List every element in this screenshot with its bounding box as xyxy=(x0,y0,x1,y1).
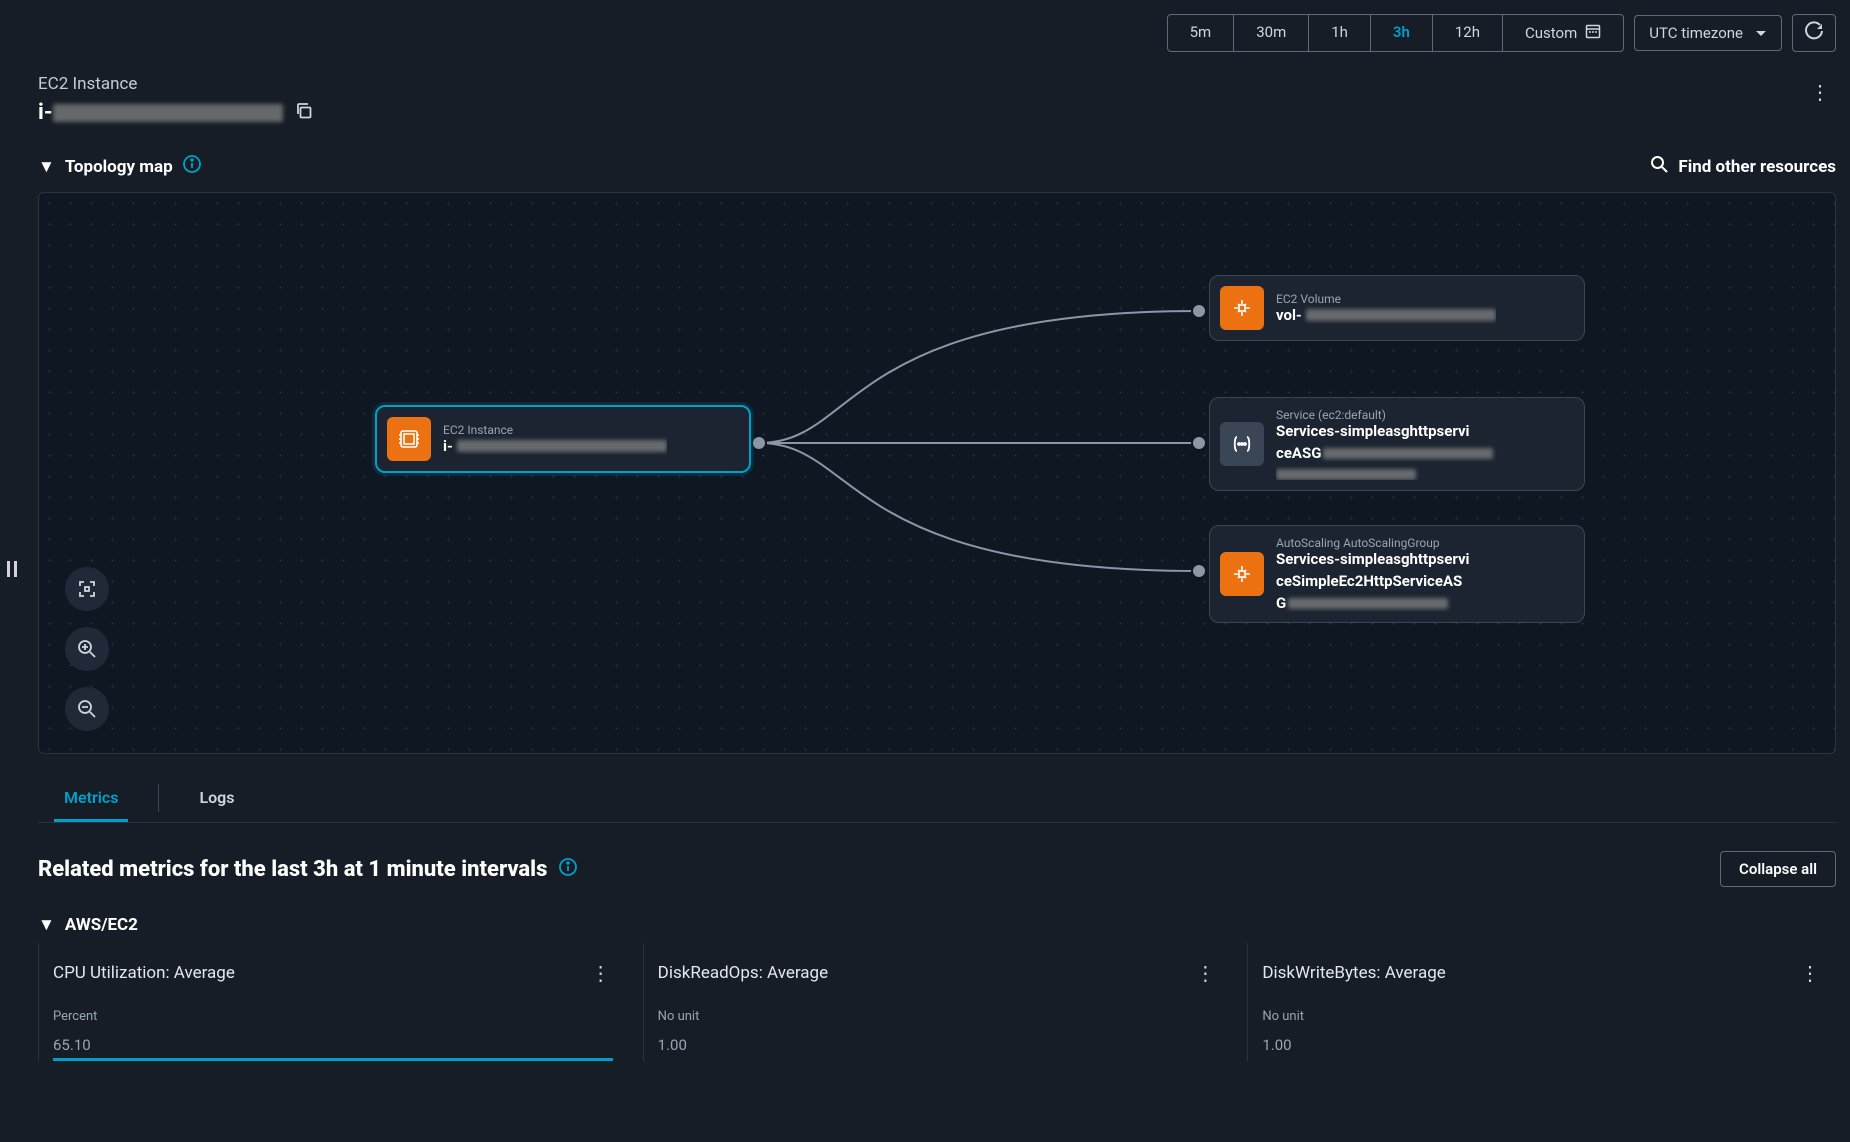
node-type: EC2 Volume xyxy=(1276,292,1496,306)
topology-node-service[interactable]: Service (ec2:default) Services-simpleasg… xyxy=(1209,397,1585,491)
time-range-custom[interactable]: Custom xyxy=(1503,15,1623,51)
tab-separator xyxy=(158,784,159,812)
node-id-prefix: vol- xyxy=(1276,306,1302,324)
topology-node-ec2-volume[interactable]: EC2 Volume vol- xyxy=(1209,275,1585,341)
metric-card-cpu: CPU Utilization: Average ⋮ Percent 65.10 xyxy=(38,943,627,1061)
metrics-heading: Related metrics for the last 3h at 1 min… xyxy=(38,857,577,882)
collapse-all-button[interactable]: Collapse all xyxy=(1720,851,1836,887)
card-value: 1.00 xyxy=(658,1036,1222,1054)
node-type: AutoScaling AutoScalingGroup xyxy=(1276,536,1570,550)
chevron-down-icon: ▼ xyxy=(38,915,55,935)
node-name: vol- xyxy=(1276,306,1496,324)
service-icon xyxy=(1220,422,1264,466)
redacted-suffix xyxy=(1288,598,1448,609)
card-unit: No unit xyxy=(658,1009,1222,1024)
tab-metrics[interactable]: Metrics xyxy=(54,774,128,822)
card-unit: No unit xyxy=(1262,1009,1826,1024)
node-type: Service (ec2:default) xyxy=(1276,408,1570,422)
redacted-suffix2 xyxy=(1276,469,1416,480)
sidebar-toggle-icon[interactable] xyxy=(7,561,17,581)
time-toolbar: 5m 30m 1h 3h 12h Custom UTC timezone xyxy=(38,14,1836,52)
card-title: DiskWriteBytes: Average xyxy=(1262,963,1445,983)
refresh-icon xyxy=(1804,21,1824,45)
node-name: i- xyxy=(443,437,667,455)
search-icon xyxy=(1650,155,1668,178)
autoscaling-icon xyxy=(1220,552,1264,596)
card-menu-icon[interactable]: ⋮ xyxy=(1189,955,1221,991)
card-value: 1.00 xyxy=(1262,1036,1826,1054)
chevron-down-icon xyxy=(1755,24,1767,42)
card-value: 65.10 xyxy=(53,1036,617,1054)
topology-section-toggle[interactable]: ▼ Topology map xyxy=(38,155,201,178)
header-menu-icon[interactable]: ⋮ xyxy=(1804,74,1836,110)
card-menu-icon[interactable]: ⋮ xyxy=(585,955,617,991)
card-title: DiskReadOps: Average xyxy=(658,963,828,983)
time-range-12h[interactable]: 12h xyxy=(1433,15,1503,51)
zoom-in-button[interactable] xyxy=(65,627,109,671)
info-icon[interactable] xyxy=(559,857,577,882)
topology-node-ec2-instance[interactable]: EC2 Instance i- xyxy=(375,405,751,473)
chevron-down-icon: ▼ xyxy=(38,157,55,177)
card-sparkline xyxy=(53,1058,613,1061)
namespace-toggle[interactable]: ▼ AWS/EC2 xyxy=(38,915,1836,935)
zoom-out-button[interactable] xyxy=(65,687,109,731)
info-icon[interactable] xyxy=(183,155,201,178)
resource-id: i- xyxy=(38,100,283,125)
metric-card-diskwritebytes: DiskWriteBytes: Average ⋮ No unit 1.00 xyxy=(1247,943,1836,1061)
node-line1: Services-simpleasghttpservi xyxy=(1276,550,1470,568)
redacted-id xyxy=(457,440,667,452)
card-unit: Percent xyxy=(53,1009,617,1024)
content-tabs: Metrics Logs xyxy=(38,774,1836,823)
node-line3: G xyxy=(1276,594,1286,612)
copy-icon[interactable] xyxy=(295,102,313,124)
namespace-label: AWS/EC2 xyxy=(65,915,138,935)
topology-title: Topology map xyxy=(65,157,173,177)
redacted-id xyxy=(53,104,283,122)
time-range-5m[interactable]: 5m xyxy=(1168,15,1235,51)
node-type: EC2 Instance xyxy=(443,423,667,437)
node-line2: ceSimpleEc2HttpServiceAS xyxy=(1276,572,1462,590)
refresh-button[interactable] xyxy=(1792,14,1836,52)
zoom-controls xyxy=(65,567,109,731)
node-name: Services-simpleasghttpservi ceASG xyxy=(1276,422,1570,480)
timezone-label: UTC timezone xyxy=(1649,24,1743,42)
node-line2: ceASG xyxy=(1276,444,1321,462)
ebs-volume-icon xyxy=(1220,286,1264,330)
node-line1: Services-simpleasghttpservi xyxy=(1276,422,1470,440)
find-other-resources-button[interactable]: Find other resources xyxy=(1650,155,1836,178)
card-title: CPU Utilization: Average xyxy=(53,963,235,983)
redacted-suffix xyxy=(1323,448,1493,459)
time-range-1h[interactable]: 1h xyxy=(1309,15,1371,51)
topology-node-asg[interactable]: AutoScaling AutoScalingGroup Services-si… xyxy=(1209,525,1585,623)
calendar-icon xyxy=(1585,23,1601,43)
redacted-id xyxy=(1306,309,1496,321)
node-id-prefix: i- xyxy=(443,437,453,455)
custom-label: Custom xyxy=(1525,24,1577,42)
tab-logs[interactable]: Logs xyxy=(189,774,244,822)
fit-view-button[interactable] xyxy=(65,567,109,611)
node-name: Services-simpleasghttpservi ceSimpleEc2H… xyxy=(1276,550,1570,612)
card-menu-icon[interactable]: ⋮ xyxy=(1794,955,1826,991)
time-range-3h[interactable]: 3h xyxy=(1371,15,1433,51)
metric-card-diskreadops: DiskReadOps: Average ⋮ No unit 1.00 xyxy=(643,943,1232,1061)
ec2-instance-icon xyxy=(387,417,431,461)
time-range-30m[interactable]: 30m xyxy=(1234,15,1309,51)
metric-cards: CPU Utilization: Average ⋮ Percent 65.10… xyxy=(38,943,1836,1061)
time-range-group: 5m 30m 1h 3h 12h Custom xyxy=(1167,14,1625,52)
metrics-heading-text: Related metrics for the last 3h at 1 min… xyxy=(38,857,547,882)
find-label: Find other resources xyxy=(1678,157,1836,177)
resource-id-prefix: i- xyxy=(38,100,53,125)
timezone-select[interactable]: UTC timezone xyxy=(1634,15,1782,51)
topology-canvas[interactable]: EC2 Instance i- EC2 Volume vol- xyxy=(38,192,1836,754)
resource-type: EC2 Instance xyxy=(38,74,313,94)
